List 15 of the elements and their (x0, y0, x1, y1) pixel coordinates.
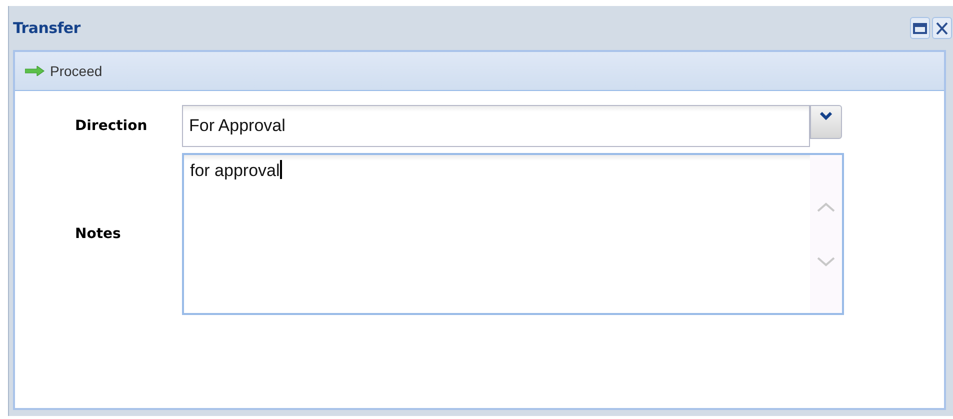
notes-field[interactable]: for approval (182, 153, 844, 315)
window-title: Transfer (13, 19, 80, 37)
field-label: Direction (75, 118, 148, 134)
field-label: Notes (75, 226, 122, 242)
scroll-down-icon (817, 256, 835, 266)
arrow-icon (25, 66, 45, 76)
proceed-button[interactable]: Proceed (21, 61, 106, 81)
maximize-button[interactable] (910, 17, 930, 39)
maximize-icon (913, 22, 927, 34)
caret-icon (820, 112, 832, 120)
close-button[interactable] (932, 17, 952, 39)
direction-field[interactable]: For Approval (182, 105, 810, 147)
close-icon (936, 22, 948, 34)
dropdown-button[interactable] (810, 105, 842, 139)
scroll-up-icon (817, 202, 835, 212)
